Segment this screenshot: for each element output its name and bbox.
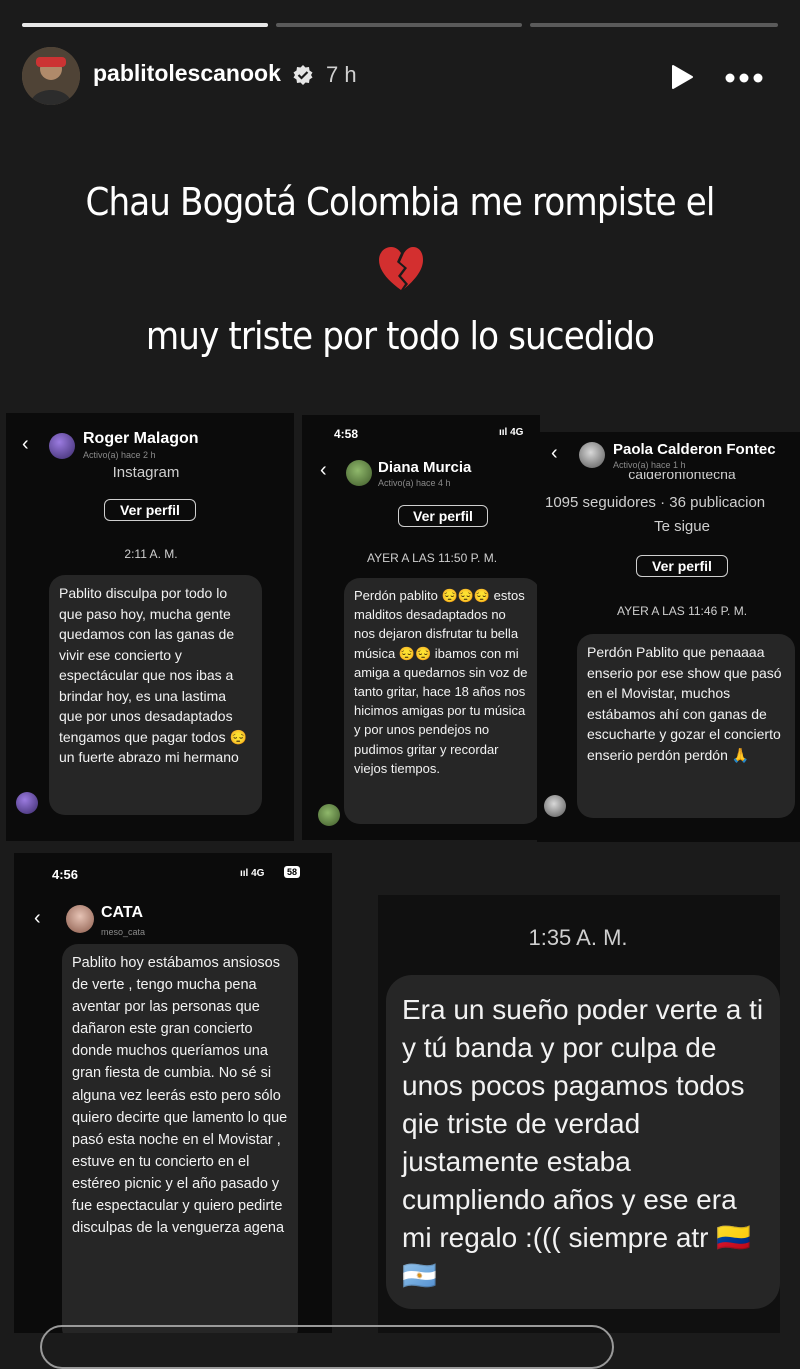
status-clock: 4:56 bbox=[52, 867, 79, 882]
post-time: 7 h bbox=[326, 62, 357, 87]
caption-line-1: Chau Bogotá Colombia me rompiste el bbox=[85, 180, 715, 224]
contact-handle: calderonfontecha bbox=[628, 472, 736, 482]
message-bubble: Era un sueño poder verte a ti y tú banda… bbox=[386, 975, 780, 1309]
contact-handle: meso_cata bbox=[101, 927, 146, 937]
sender-avatar bbox=[318, 804, 340, 826]
profile-button[interactable]: Ver perfil bbox=[636, 555, 728, 577]
contact-avatar bbox=[49, 433, 75, 459]
contact-name: Paola Calderon Fontec bbox=[613, 441, 776, 458]
battery-level: 58 bbox=[284, 866, 301, 878]
message-timestamp: AYER A LAS 11:50 P. M. bbox=[366, 551, 498, 565]
contact-name: Diana Murcia bbox=[378, 459, 472, 476]
message-bubble: Pablito hoy estábamos ansiosos de verte … bbox=[62, 944, 298, 1333]
back-icon[interactable]: ‹ bbox=[34, 907, 41, 930]
message-bubble: Perdón Pablito que penaaaa enserio por e… bbox=[577, 634, 795, 818]
screenshot-message-5: 1:35 A. M. Era un sueño poder verte a ti… bbox=[378, 895, 780, 1333]
story-progress-1 bbox=[22, 23, 268, 27]
message-timestamp: AYER A LAS 11:46 P. M. bbox=[616, 604, 748, 618]
screenshot-cata: 4:56 ııl 4G 58 ‹ CATA meso_cata Pablito … bbox=[14, 853, 332, 1333]
status-clock: 4:58 bbox=[334, 427, 359, 441]
profile-button[interactable]: Ver perfil bbox=[398, 505, 488, 527]
story-progress-3 bbox=[530, 23, 778, 27]
message-timestamp: 2:11 A. M. bbox=[124, 547, 178, 561]
message-timestamp: 1:35 A. M. bbox=[528, 925, 628, 950]
screenshot-roger: ‹ Roger Malagon Activo(a) hace 2 h Insta… bbox=[6, 413, 294, 841]
contact-name: CATA bbox=[101, 904, 144, 921]
platform-label: Instagram bbox=[112, 464, 180, 481]
broken-heart-icon bbox=[377, 246, 425, 292]
verified-badge-icon bbox=[292, 64, 314, 86]
contact-avatar bbox=[346, 460, 372, 486]
message-bubble: Perdón pablito 😔😔😔 estos malditos desada… bbox=[344, 578, 540, 824]
username[interactable]: pablitolescanook bbox=[93, 60, 281, 87]
sender-avatar bbox=[544, 795, 566, 817]
play-icon[interactable] bbox=[668, 63, 696, 91]
message-bubble: Pablito disculpa por todo lo que paso ho… bbox=[49, 575, 262, 815]
caption-line-2: muy triste por todo lo sucedido bbox=[145, 314, 655, 358]
story-progress-2 bbox=[276, 23, 522, 27]
back-icon[interactable]: ‹ bbox=[551, 442, 558, 465]
contact-active: Activo(a) hace 2 h bbox=[83, 450, 156, 460]
sender-avatar bbox=[16, 792, 38, 814]
contact-active: Activo(a) hace 1 h bbox=[613, 460, 686, 470]
contact-name: Roger Malagon bbox=[83, 430, 199, 447]
reply-bar[interactable] bbox=[40, 1325, 614, 1369]
screenshot-paola: ‹ Paola Calderon Fontec Activo(a) hace 1… bbox=[537, 432, 800, 842]
screenshot-diana: 4:58 ııl 4G ‹ Diana Murcia Activo(a) hac… bbox=[302, 415, 540, 840]
more-options-icon[interactable] bbox=[724, 70, 764, 84]
profile-stats: 1095 seguidores · 36 publicacion bbox=[545, 494, 766, 511]
back-icon[interactable]: ‹ bbox=[320, 459, 327, 482]
profile-button[interactable]: Ver perfil bbox=[104, 499, 196, 521]
avatar[interactable] bbox=[22, 47, 80, 105]
status-signal: ııl 4G bbox=[499, 427, 524, 438]
follows-you: Te sigue bbox=[654, 518, 710, 535]
status-signal: ııl 4G bbox=[240, 868, 265, 879]
back-icon[interactable]: ‹ bbox=[22, 433, 29, 456]
contact-avatar bbox=[579, 442, 605, 468]
contact-avatar bbox=[66, 905, 94, 933]
contact-active: Activo(a) hace 4 h bbox=[378, 478, 451, 488]
